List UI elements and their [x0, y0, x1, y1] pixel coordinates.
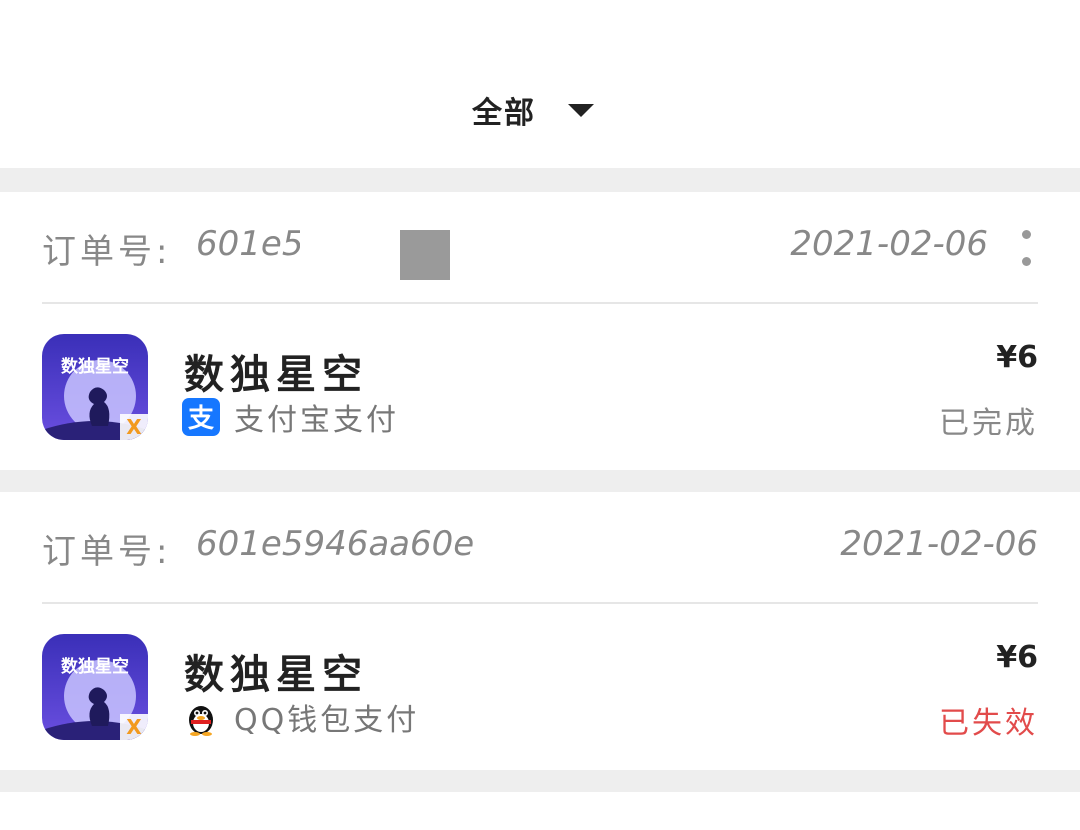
order-status: 已失效: [939, 706, 1038, 741]
payment-method-label: 支付宝支付: [234, 403, 399, 438]
order-card[interactable]: 订单号: 601e5946aa60e 2021-02-06 数独星空 X 数独星…: [0, 492, 1080, 770]
filter-label: 全部: [472, 96, 536, 131]
sudoku-starry-sky-app-icon: 数独星空 X: [42, 334, 148, 440]
order-price: ¥6: [996, 640, 1038, 675]
qq-penguin-icon: [182, 698, 220, 736]
order-number-label: 订单号:: [42, 532, 172, 572]
order-price: ¥6: [996, 340, 1038, 375]
order-item[interactable]: 数独星空 X 数独星空 支 支付宝支付 ¥6 已完成: [0, 304, 1080, 470]
payment-method-label: QQ钱包支付: [234, 703, 420, 738]
order-header: 订单号: 601e5a 2021-02-06: [42, 192, 1038, 304]
svg-text:X: X: [126, 415, 142, 439]
redaction-block: [400, 230, 450, 280]
svg-text:X: X: [126, 715, 142, 739]
app-name: 数独星空: [184, 352, 368, 398]
order-number-label: 订单号:: [42, 232, 172, 272]
order-date: 2021-02-06: [790, 224, 988, 264]
alipay-icon: 支: [182, 398, 220, 436]
sudoku-starry-sky-app-icon: 数独星空 X: [42, 634, 148, 740]
order-card[interactable]: [0, 792, 1080, 830]
app-name: 数独星空: [184, 652, 368, 698]
order-status: 已完成: [939, 406, 1038, 441]
more-options-icon[interactable]: [1018, 230, 1034, 266]
svg-text:数独星空: 数独星空: [61, 356, 129, 377]
top-bar: 全部: [0, 0, 1080, 168]
order-number: 601e5946aa60e: [196, 524, 475, 564]
order-card[interactable]: 订单号: 601e5a 2021-02-06 数独星空 X 数独星空 支 支付宝…: [0, 192, 1080, 470]
redaction-mask: [300, 224, 402, 276]
chevron-down-icon: [568, 103, 594, 117]
status-filter-dropdown[interactable]: 全部: [472, 88, 594, 132]
order-item[interactable]: 数独星空 X 数独星空 QQ钱包支付 ¥6 已失效: [0, 604, 1080, 770]
payment-method: 支 支付宝支付: [182, 398, 399, 438]
order-date: 2021-02-06: [840, 524, 1038, 564]
order-header: 订单号: 601e5946aa60e 2021-02-06: [42, 492, 1038, 604]
payment-method: QQ钱包支付: [182, 698, 420, 738]
svg-text:数独星空: 数独星空: [61, 656, 129, 677]
svg-text:支: 支: [188, 404, 214, 434]
